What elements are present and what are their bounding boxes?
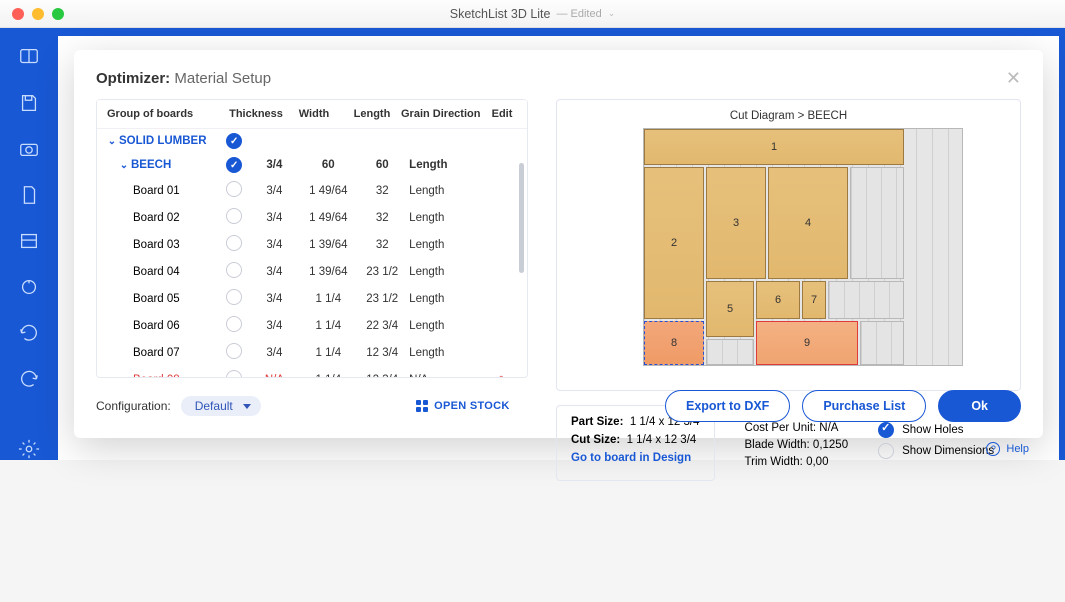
modal-title: Optimizer: Material Setup — [96, 70, 271, 87]
grid-icon — [416, 400, 428, 412]
help-icon: ? — [986, 442, 1000, 456]
row-name: SOLID LUMBER — [119, 135, 207, 147]
row-checkbox[interactable] — [226, 208, 242, 224]
row-name: Board 04 — [133, 266, 180, 278]
minimize-window-icon[interactable] — [32, 8, 44, 20]
row-name: Board 01 — [133, 185, 180, 197]
board-row[interactable]: Board 033/41 39/6432Length — [97, 231, 527, 258]
board-row[interactable]: Board 063/41 1/422 3/4Length — [97, 312, 527, 339]
show-holes-toggle[interactable] — [878, 422, 894, 438]
cut-diagram-title: Cut Diagram > BEECH — [573, 110, 1004, 122]
row-checkbox[interactable] — [226, 133, 242, 149]
board-row[interactable]: Board 053/41 1/423 1/2Length — [97, 285, 527, 312]
app-title: SketchList 3D Lite — [450, 7, 551, 21]
col-width: Width — [285, 108, 343, 120]
row-checkbox[interactable] — [226, 235, 242, 251]
close-window-icon[interactable] — [12, 8, 24, 20]
row-checkbox[interactable] — [226, 316, 242, 332]
row-checkbox[interactable] — [226, 343, 242, 359]
row-name: Board 02 — [133, 212, 180, 224]
boards-table: Group of boards Thickness Width Length G… — [96, 99, 528, 378]
ok-button[interactable]: Ok — [938, 390, 1021, 422]
open-stock-link[interactable]: OPEN STOCK — [416, 400, 510, 412]
camera-icon[interactable] — [18, 138, 40, 160]
help-link[interactable]: ? Help — [986, 442, 1029, 456]
add-panel-icon[interactable] — [18, 46, 40, 68]
show-dimensions-toggle[interactable] — [878, 443, 894, 459]
cut-diagram: 1 2 3 4 5 6 7 8 — [573, 128, 1004, 372]
expand-caret-icon[interactable]: ⌄ — [119, 160, 129, 171]
redo-icon[interactable] — [18, 368, 40, 390]
measure-icon[interactable] — [18, 276, 40, 298]
optimizer-modal: Optimizer: Material Setup ✕ Group of boa… — [74, 50, 1043, 438]
row-name: Board 07 — [133, 347, 180, 359]
configuration-label: Configuration: — [96, 399, 171, 413]
row-checkbox[interactable] — [226, 157, 242, 173]
col-edit: Edit — [487, 108, 517, 120]
undo-icon[interactable] — [18, 322, 40, 344]
col-group: Group of boards — [107, 108, 227, 120]
save-icon[interactable] — [18, 92, 40, 114]
edit-icon[interactable]: ✎ — [498, 375, 508, 378]
row-name: Board 05 — [133, 293, 180, 305]
board-row[interactable]: Board 013/41 49/6432Length — [97, 177, 527, 204]
chevron-down-icon[interactable]: ⌄ — [608, 8, 616, 19]
cut-diagram-panel: Cut Diagram > BEECH 1 2 3 4 — [556, 99, 1021, 391]
row-checkbox[interactable] — [226, 370, 242, 377]
export-dxf-button[interactable]: Export to DXF — [665, 390, 790, 422]
row-checkbox[interactable] — [226, 181, 242, 197]
settings-icon[interactable] — [18, 438, 40, 460]
col-length: Length — [343, 108, 401, 120]
group-row[interactable]: ⌄SOLID LUMBER — [97, 129, 527, 153]
window-titlebar: SketchList 3D Lite — Edited ⌄ — [0, 0, 1065, 28]
board-row[interactable]: Board 08N/A1 1/412 3/4N/A✎ — [97, 366, 527, 377]
board-row[interactable]: Board 023/41 49/6432Length — [97, 204, 527, 231]
purchase-list-button[interactable]: Purchase List — [802, 390, 926, 422]
col-thickness: Thickness — [227, 108, 285, 120]
row-name: Board 03 — [133, 239, 180, 251]
configuration-dropdown[interactable]: Default — [181, 396, 261, 416]
document-icon[interactable] — [18, 184, 40, 206]
row-checkbox[interactable] — [226, 289, 242, 305]
board-row[interactable]: Board 073/41 1/412 3/4Length — [97, 339, 527, 366]
row-checkbox[interactable] — [226, 262, 242, 278]
material-row[interactable]: ⌄BEECH3/46060Length — [97, 153, 527, 177]
doc-edited-label: — Edited — [556, 8, 601, 20]
expand-caret-icon[interactable]: ⌄ — [107, 136, 117, 147]
layout-icon[interactable] — [18, 230, 40, 252]
go-to-board-link[interactable]: Go to board in Design — [571, 452, 691, 464]
main-canvas: Optimizer: Material Setup ✕ Group of boa… — [58, 36, 1059, 460]
row-name: Board 08 — [133, 374, 180, 378]
row-name: Board 06 — [133, 320, 180, 332]
left-nav — [0, 36, 58, 460]
board-row[interactable]: Board 043/41 39/6423 1/2Length — [97, 258, 527, 285]
window-controls — [0, 8, 64, 20]
close-icon[interactable]: ✕ — [1006, 68, 1021, 89]
row-name: BEECH — [131, 159, 171, 171]
scrollbar[interactable] — [519, 163, 524, 273]
col-grain: Grain Direction — [401, 108, 487, 120]
zoom-window-icon[interactable] — [52, 8, 64, 20]
